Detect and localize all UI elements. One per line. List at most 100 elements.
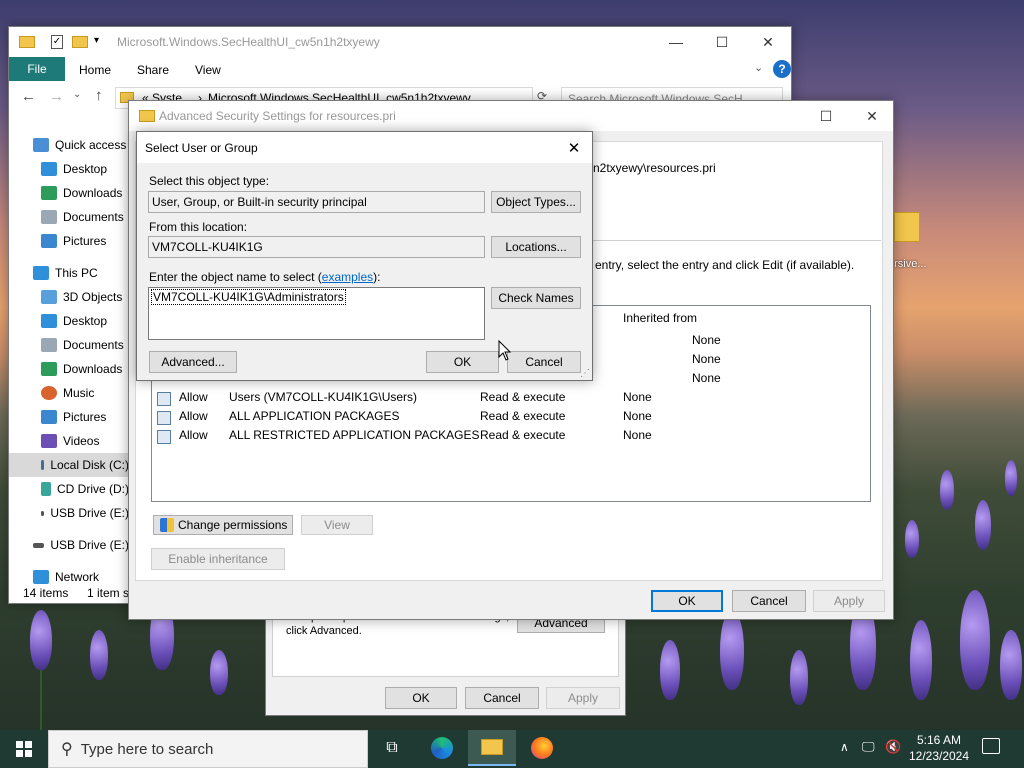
properties-ok-button[interactable]: OK <box>385 687 457 709</box>
new-folder-icon[interactable] <box>72 36 88 48</box>
document-icon <box>41 338 57 352</box>
taskbar-search[interactable]: ⚲ Type here to search <box>48 730 368 768</box>
video-icon <box>41 434 57 448</box>
forward-arrow-icon[interactable]: → <box>49 88 64 105</box>
volume-muted-icon[interactable]: 🔇 <box>885 739 901 755</box>
object-type-field: User, Group, or Built-in security princi… <box>148 191 485 213</box>
usb-icon <box>33 542 45 548</box>
enable-inheritance-button[interactable]: Enable inheritance <box>151 548 285 570</box>
folder-icon <box>19 36 35 48</box>
tab-file[interactable]: File <box>9 57 65 81</box>
check-names-button[interactable]: Check Names <box>491 287 581 309</box>
qat-dropdown-icon[interactable]: ▾ <box>94 35 99 46</box>
desktop-folder-icon[interactable]: ersive... <box>888 212 948 282</box>
file-explorer-taskbar-icon[interactable] <box>468 730 516 766</box>
notification-icon[interactable] <box>982 738 1000 754</box>
pictures-icon <box>41 234 57 248</box>
advanced-ok-button[interactable]: OK <box>651 590 723 612</box>
advanced-divider <box>593 240 881 241</box>
properties-check-icon[interactable]: ✓ <box>51 35 63 49</box>
change-permissions-button[interactable]: Change permissions <box>153 515 293 535</box>
properties-cancel-button[interactable]: Cancel <box>465 687 539 709</box>
clock-time: 5:16 AM <box>916 733 962 747</box>
taskbar-search-placeholder: Type here to search <box>80 740 214 758</box>
task-view-icon[interactable]: ⧉ <box>368 730 416 766</box>
cube-icon <box>41 290 57 304</box>
advanced-close-button[interactable]: ✕ <box>849 101 895 131</box>
table-row[interactable]: Allow Users (VM7COLL-KU4IK1G\Users) Read &… <box>155 387 855 406</box>
nav-usb-drive-root[interactable]: USB Drive (E:) <box>9 533 129 557</box>
nav-documents-pc[interactable]: Documents <box>9 333 129 357</box>
recent-dropdown-icon[interactable]: ⌄ <box>73 89 81 100</box>
properties-advanced-text-2: click Advanced. <box>286 625 362 637</box>
tab-share[interactable]: Share <box>137 63 169 77</box>
users-icon <box>157 391 171 406</box>
nav-videos[interactable]: Videos <box>9 429 129 453</box>
package-icon <box>157 410 171 425</box>
names-label: Enter the object name to select (example… <box>149 270 381 284</box>
object-types-button[interactable]: Object Types... <box>491 191 581 213</box>
nav-pictures-pc[interactable]: Pictures <box>9 405 129 429</box>
edge-icon[interactable] <box>418 730 466 766</box>
tray-chevron-icon[interactable]: ∧ <box>840 740 849 754</box>
nav-downloads-pc[interactable]: Downloads <box>9 357 129 381</box>
nav-desktop[interactable]: Desktop <box>9 157 129 181</box>
download-icon <box>41 186 57 200</box>
help-icon[interactable]: ? <box>773 60 791 78</box>
nav-documents[interactable]: Documents <box>9 205 129 229</box>
network-tray-icon[interactable]: 🖵 <box>862 739 875 755</box>
object-type-label: Select this object type: <box>149 174 270 188</box>
tab-view[interactable]: View <box>195 63 221 77</box>
package-icon <box>157 429 171 444</box>
nav-downloads[interactable]: Downloads <box>9 181 129 205</box>
nav-music[interactable]: Music <box>9 381 129 405</box>
start-button[interactable] <box>0 730 48 768</box>
nav-local-disk[interactable]: Local Disk (C:) <box>9 453 129 477</box>
up-arrow-icon[interactable]: ↑ <box>95 87 103 104</box>
close-button[interactable]: ✕ <box>745 27 791 57</box>
location-label: From this location: <box>149 220 248 234</box>
search-icon: ⚲ <box>61 741 73 758</box>
navigation-pane: Quick access Desktop Downloads Documents… <box>9 131 131 584</box>
clock-date: 12/23/2024 <box>908 749 970 763</box>
properties-dialog: For special permissions or advanced sett… <box>265 609 626 716</box>
table-row[interactable]: Allow ALL APPLICATION PACKAGES Read & exec… <box>155 406 855 425</box>
ribbon-expand-icon[interactable]: ⌄ <box>754 61 763 74</box>
maximize-button[interactable]: ☐ <box>699 27 745 57</box>
properties-apply-button[interactable]: Apply <box>546 687 620 709</box>
object-names-input[interactable]: VM7COLL-KU4IK1G\Administrators <box>148 287 485 340</box>
nav-this-pc[interactable]: This PC <box>9 261 129 285</box>
select-advanced-button[interactable]: Advanced... <box>149 351 237 373</box>
locations-button[interactable]: Locations... <box>491 236 581 258</box>
resize-grip-icon[interactable]: ⋰ <box>580 368 590 379</box>
desktop-icon <box>41 314 57 328</box>
nav-quick-access[interactable]: Quick access <box>9 133 129 157</box>
firefox-icon[interactable] <box>518 730 566 766</box>
advanced-cancel-button[interactable]: Cancel <box>732 590 806 612</box>
download-icon <box>41 362 57 376</box>
desktop-icon <box>41 162 57 176</box>
table-row[interactable]: Allow ALL RESTRICTED APPLICATION PACKAGES… <box>155 425 855 444</box>
view-button[interactable]: View <box>301 515 373 535</box>
nav-cd-drive[interactable]: CD Drive (D:) <box>9 477 129 501</box>
select-cancel-button[interactable]: Cancel <box>507 351 581 373</box>
nav-usb-drive[interactable]: USB Drive (E:) <box>9 501 129 525</box>
status-item-count: 14 items <box>23 586 69 600</box>
nav-3d-objects[interactable]: 3D Objects <box>9 285 129 309</box>
advanced-maximize-button[interactable]: ☐ <box>803 101 849 131</box>
nav-desktop-pc[interactable]: Desktop <box>9 309 129 333</box>
usb-icon <box>41 510 45 516</box>
select-close-button[interactable]: ✕ <box>554 132 594 163</box>
select-titlebar: Select User or Group ✕ <box>137 132 592 163</box>
explorer-title: Microsoft.Windows.SecHealthUI_cw5n1h2txy… <box>117 35 380 49</box>
advanced-apply-button[interactable]: Apply <box>813 590 885 612</box>
nav-pictures[interactable]: Pictures <box>9 229 129 253</box>
back-arrow-icon[interactable]: ← <box>21 88 36 105</box>
clock[interactable]: 5:16 AM 12/23/2024 <box>906 732 972 766</box>
select-ok-button[interactable]: OK <box>426 351 499 373</box>
network-icon <box>33 570 49 584</box>
tab-home[interactable]: Home <box>79 63 111 77</box>
minimize-button[interactable]: — <box>653 27 699 57</box>
column-inherited-from[interactable]: Inherited from <box>623 311 697 325</box>
examples-link[interactable]: examples <box>322 270 373 284</box>
